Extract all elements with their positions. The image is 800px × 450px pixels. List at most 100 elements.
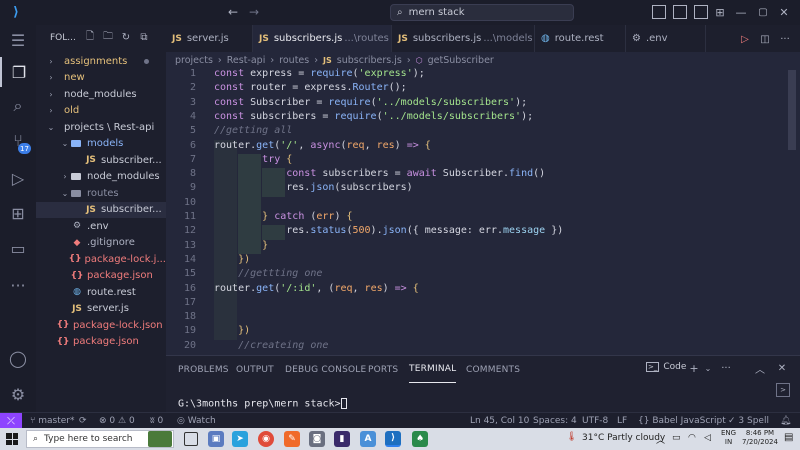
tree-item[interactable]: {} package.json: [36, 334, 166, 351]
code-line[interactable]: res.status(500).json({ message: err.mess…: [214, 225, 563, 236]
terminal-instance-icon[interactable]: >: [776, 383, 790, 397]
panel-tab[interactable]: COMMENTS: [466, 356, 520, 383]
code-line[interactable]: const express = require('express');: [214, 68, 425, 79]
tree-item[interactable]: › node_modules: [36, 169, 166, 186]
tree-item[interactable]: › old: [36, 103, 166, 120]
source-control-icon[interactable]: ⑂ 17: [0, 125, 36, 155]
panel-more-icon[interactable]: ···: [720, 362, 732, 374]
terminal-prompt[interactable]: G:\3months prep\mern stack>: [178, 398, 347, 410]
chevron-right-icon[interactable]: ›: [46, 57, 56, 66]
run-debug-icon[interactable]: ▷: [0, 163, 36, 193]
collapse-all-icon[interactable]: ⧉: [138, 31, 150, 43]
tree-item[interactable]: ◆ .gitignore: [36, 235, 166, 252]
code-line[interactable]: res.json(subscribers): [214, 182, 412, 193]
tree-item[interactable]: JS server.js: [36, 301, 166, 318]
task-view-icon[interactable]: [184, 432, 198, 446]
postman-icon[interactable]: ✎: [284, 431, 300, 447]
panel-tab[interactable]: PORTS: [368, 356, 398, 383]
panel-tab[interactable]: PROBLEMS: [178, 356, 229, 383]
tray-chevron-icon[interactable]: ︿: [656, 433, 665, 446]
editor-tab[interactable]: JSsubscribers.js...\routes✕: [253, 25, 405, 52]
forward-arrow-icon[interactable]: →: [246, 4, 262, 20]
code-line[interactable]: }): [214, 254, 250, 265]
tree-item[interactable]: › assignments: [36, 53, 166, 70]
breadcrumb-item[interactable]: projects: [175, 55, 213, 66]
wifi-icon[interactable]: ◠: [688, 433, 696, 443]
mongodb-icon[interactable]: ♠: [412, 431, 428, 447]
spell-check[interactable]: ✓ 3 Spell: [728, 413, 769, 429]
breadcrumb-item[interactable]: Rest-api: [227, 55, 266, 66]
maximize-icon[interactable]: ▢: [756, 5, 770, 19]
editor-scrollbar[interactable]: [788, 70, 796, 150]
more-icon[interactable]: ···: [0, 270, 36, 300]
code-line[interactable]: try {: [214, 154, 292, 165]
camera-icon[interactable]: ◙: [309, 431, 325, 447]
editor-tab[interactable]: ⚙ .env: [626, 25, 706, 52]
panel-tab[interactable]: OUTPUT: [236, 356, 274, 383]
code-line[interactable]: }): [214, 325, 250, 336]
new-file-icon[interactable]: 🗋: [84, 31, 96, 43]
minimize-icon[interactable]: —: [734, 5, 748, 19]
tree-item[interactable]: ⌄ projects \ Rest-api: [36, 119, 166, 136]
tree-item[interactable]: JS subscriber...: [36, 152, 166, 169]
explorer-icon[interactable]: ❐: [0, 57, 36, 87]
extensions-icon[interactable]: ⊞: [0, 198, 36, 228]
new-terminal-icon[interactable]: +: [688, 362, 700, 375]
code-line[interactable]: const subscribers = require('../models/s…: [214, 111, 533, 122]
vscode-taskbar-icon[interactable]: ⟩: [385, 431, 401, 447]
terminal-profile[interactable]: >_ Code: [646, 362, 686, 372]
tree-item[interactable]: {} package-lock.j...: [36, 251, 166, 268]
tree-item[interactable]: {} package-lock.json: [36, 317, 166, 334]
language-indicator[interactable]: ENG IN: [721, 429, 736, 447]
code-line[interactable]: } catch (err) {: [214, 211, 352, 222]
volume-icon[interactable]: ◁: [704, 433, 711, 443]
end-of-line[interactable]: LF: [617, 413, 627, 429]
weather-text[interactable]: 31°C Partly cloudy: [582, 433, 665, 443]
back-arrow-icon[interactable]: ←: [225, 4, 241, 20]
jetbrains-icon[interactable]: ▮: [334, 431, 350, 447]
breadcrumb-item[interactable]: getSubscriber: [428, 55, 494, 66]
breadcrumb-item[interactable]: subscribers.js: [337, 55, 402, 66]
new-folder-icon[interactable]: 🗀: [102, 31, 114, 43]
code-line[interactable]: const subscribers = await Subscriber.fin…: [214, 168, 545, 179]
tree-item[interactable]: {} package.json: [36, 268, 166, 285]
telegram-icon[interactable]: ➤: [232, 431, 248, 447]
encoding[interactable]: UTF-8: [582, 413, 608, 429]
settings-gear-icon[interactable]: ⚙: [0, 379, 36, 409]
clock[interactable]: 8:46 PM 7/20/2024: [740, 429, 780, 447]
notification-center-icon[interactable]: ▤: [784, 432, 793, 443]
tree-item[interactable]: ⌄ models: [36, 136, 166, 153]
refresh-icon[interactable]: ↻: [120, 31, 132, 43]
tree-item[interactable]: ◍ route.rest: [36, 284, 166, 301]
chevron-right-icon[interactable]: ›: [60, 172, 70, 181]
toggle-sidebar-icon[interactable]: [652, 5, 666, 19]
remote-explorer-icon[interactable]: ▭: [0, 233, 36, 263]
customize-layout-icon[interactable]: ⊞: [713, 5, 727, 19]
chrome-icon[interactable]: ◉: [258, 431, 274, 447]
editor-tab[interactable]: JS server.js: [166, 25, 253, 52]
remote-icon[interactable]: ⤫: [0, 413, 22, 429]
chevron-down-icon[interactable]: ⌄: [60, 189, 70, 198]
indentation[interactable]: Spaces: 4: [533, 413, 577, 429]
branch-item[interactable]: ⑂ master*: [30, 413, 75, 429]
panel-tab[interactable]: TERMINAL: [409, 356, 457, 383]
close-window-icon[interactable]: ✕: [777, 5, 791, 19]
run-icon[interactable]: ▷: [738, 32, 752, 46]
watch-item[interactable]: ◎ Watch: [177, 413, 216, 429]
chevron-down-icon[interactable]: ⌄: [46, 123, 56, 132]
chevron-right-icon[interactable]: ›: [46, 73, 56, 82]
code-line[interactable]: router.get('/', async(req, res) => {: [214, 140, 431, 151]
menu-icon[interactable]: ☰: [0, 25, 36, 55]
code-editor[interactable]: 1 const express = require('express'); 2 con…: [166, 68, 800, 355]
chevron-right-icon[interactable]: ›: [46, 106, 56, 115]
tree-item[interactable]: JS subscriber...: [36, 201, 166, 218]
code-line[interactable]: const router = express.Router();: [214, 82, 407, 93]
code-line[interactable]: //gettting one: [214, 268, 322, 279]
breadcrumb-item[interactable]: routes: [279, 55, 309, 66]
editor-tab[interactable]: JS subscribers.js ...\models: [392, 25, 535, 52]
toggle-secondary-sidebar-icon[interactable]: [694, 5, 708, 19]
account-icon[interactable]: ◯: [0, 343, 36, 373]
chevron-right-icon[interactable]: ›: [46, 90, 56, 99]
problems-item[interactable]: ⊗ 0 ⚠ 0: [99, 413, 135, 429]
tree-item[interactable]: ⚙ .env: [36, 218, 166, 235]
